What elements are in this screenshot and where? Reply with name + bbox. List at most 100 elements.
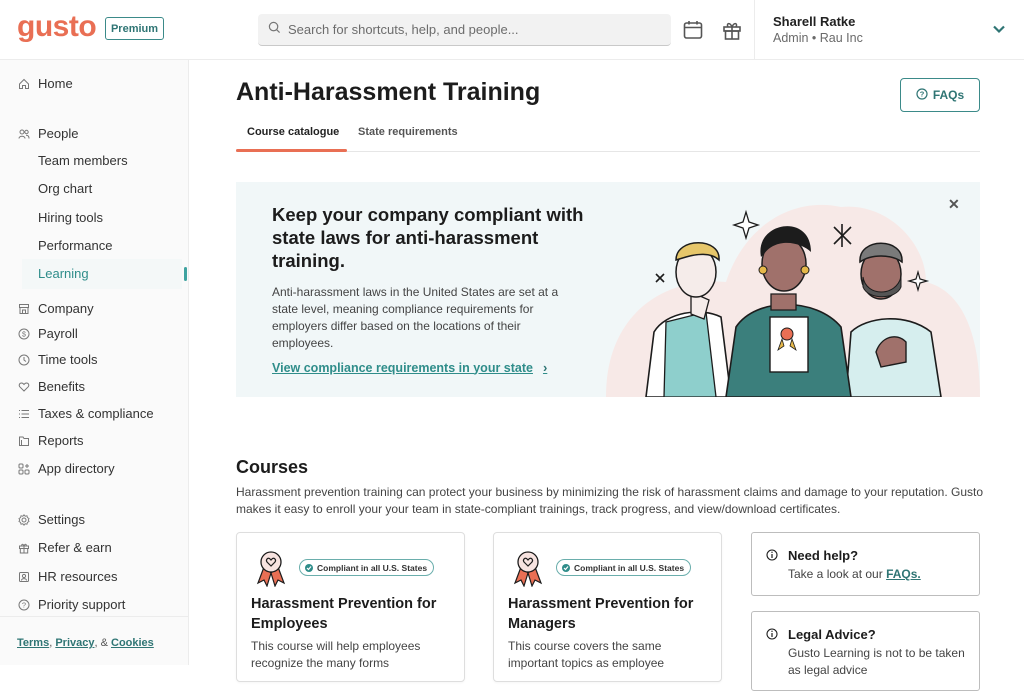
faqs-link[interactable]: FAQs. — [886, 567, 921, 581]
sidebar-item-app-directory[interactable]: App directory — [18, 461, 115, 476]
svg-text:$: $ — [22, 331, 26, 338]
sidebar-item-label: Benefits — [38, 379, 85, 394]
course-title[interactable]: Harassment Prevention for Managers — [508, 594, 713, 634]
list-icon — [18, 408, 30, 420]
sidebar-item-label: Settings — [38, 512, 85, 527]
sidebar-item-priority-support[interactable]: ? Priority support — [18, 597, 125, 612]
home-icon — [18, 78, 30, 90]
sidebar-item-hr-resources[interactable]: HR resources — [18, 569, 117, 584]
legal-advice-card: Legal Advice? Gusto Learning is not to b… — [751, 611, 980, 691]
separator: , & — [94, 637, 108, 649]
sidebar-item-payroll[interactable]: $ Payroll — [18, 326, 78, 341]
help-title: Need help? — [788, 548, 859, 563]
tab-bar: Course catalogue State requirements — [236, 122, 980, 152]
premium-badge[interactable]: Premium — [105, 17, 164, 40]
course-description: This course covers the same important to… — [508, 639, 665, 670]
sidebar-item-taxes-compliance[interactable]: Taxes & compliance — [18, 406, 154, 421]
store-icon — [18, 303, 30, 315]
course-title[interactable]: Harassment Prevention for Employees — [251, 594, 456, 634]
sidebar-item-label: Payroll — [38, 326, 78, 341]
courses-heading: Courses — [236, 457, 309, 477]
svg-text:?: ? — [920, 89, 925, 98]
search-bar[interactable] — [258, 14, 671, 46]
sidebar-item-time-tools[interactable]: Time tools — [18, 352, 97, 367]
top-bar: gusto Premium Sharell Ratke Admin • Rau … — [0, 0, 1024, 60]
info-icon — [766, 628, 778, 640]
chevron-down-icon[interactable] — [992, 22, 1006, 41]
award-ribbon-icon — [256, 551, 286, 587]
sidebar-item-refer-earn[interactable]: Refer & earn — [18, 540, 112, 555]
chevron-right-icon: › — [542, 360, 548, 375]
banner-title: Keep your company compliant with state l… — [272, 204, 584, 271]
sidebar-divider — [0, 616, 189, 617]
sidebar-item-benefits[interactable]: Benefits — [18, 379, 85, 394]
page-title: Anti-Harassment Training — [236, 78, 541, 106]
gift-icon — [18, 542, 30, 554]
sidebar-item-team-members[interactable]: Team members — [38, 153, 128, 168]
sidebar-item-label: Priority support — [38, 597, 126, 612]
sidebar-item-company[interactable]: Company — [18, 301, 94, 316]
sidebar-item-label: Reports — [38, 433, 84, 448]
help-body: Gusto Learning is not to be taken as leg… — [788, 646, 965, 677]
close-icon[interactable]: ✕ — [948, 196, 960, 213]
faqs-label: FAQs — [932, 88, 965, 102]
main-content: Anti-Harassment Training ? FAQs Course c… — [190, 60, 1024, 691]
course-card-employees[interactable]: Compliant in all U.S. States Harassment … — [236, 532, 465, 682]
sidebar-item-settings[interactable]: Settings — [18, 512, 85, 527]
folder-icon — [18, 435, 30, 447]
privacy-link[interactable]: Privacy — [55, 637, 94, 649]
sidebar-item-org-chart[interactable]: Org chart — [38, 181, 92, 196]
sidebar-item-people[interactable]: People — [18, 126, 78, 141]
gear-icon — [18, 513, 30, 526]
compliance-banner: Keep your company compliant with state l… — [236, 182, 980, 397]
apps-icon — [18, 463, 30, 475]
id-badge-icon — [18, 571, 30, 583]
sidebar-item-reports[interactable]: Reports — [18, 433, 84, 448]
link-label: View compliance requirements in your sta… — [272, 360, 533, 375]
svg-text:?: ? — [22, 600, 26, 609]
question-circle-icon: ? — [18, 599, 30, 611]
badge-label: Compliant in all U.S. States — [317, 562, 428, 573]
terms-link[interactable]: Terms — [17, 637, 49, 649]
check-circle-icon — [305, 563, 313, 572]
legal-links: Terms, Privacy, & Cookies — [17, 637, 154, 649]
search-icon — [268, 21, 281, 39]
sidebar-item-home[interactable]: Home — [18, 76, 73, 91]
team-illustration — [606, 204, 980, 397]
user-role: Admin • Rau Inc — [773, 31, 863, 45]
active-tab-underline — [236, 149, 347, 152]
search-input[interactable] — [288, 22, 648, 37]
help-text: Take a look at our — [788, 567, 887, 581]
sidebar-item-label: Refer & earn — [38, 540, 112, 555]
active-indicator — [184, 267, 187, 281]
banner-body: Anti-harassment laws in the United State… — [272, 285, 559, 350]
course-description: This course will help employees recogniz… — [251, 639, 421, 670]
need-help-card: Need help? Take a look at our FAQs. — [751, 532, 980, 596]
faqs-button[interactable]: ? FAQs — [900, 78, 980, 112]
award-ribbon-icon — [513, 551, 543, 587]
cookies-link[interactable]: Cookies — [111, 637, 154, 649]
course-card-managers[interactable]: Compliant in all U.S. States Harassment … — [493, 532, 722, 682]
info-icon — [766, 549, 778, 561]
sidebar-item-hiring-tools[interactable]: Hiring tools — [38, 210, 103, 225]
tab-course-catalogue[interactable]: Course catalogue — [247, 126, 339, 138]
badge-label: Compliant in all U.S. States — [574, 562, 685, 573]
heart-icon — [18, 381, 30, 393]
gift-icon[interactable] — [721, 19, 743, 41]
people-icon — [18, 128, 30, 140]
user-menu[interactable]: Sharell Ratke Admin • Rau Inc — [754, 0, 1024, 60]
gusto-logo[interactable]: gusto — [17, 10, 97, 44]
sidebar: Home People Team members Org chart Hirin… — [0, 60, 189, 665]
user-name: Sharell Ratke — [773, 14, 856, 29]
sidebar-item-label: Home — [38, 76, 73, 91]
compliance-badge: Compliant in all U.S. States — [299, 559, 435, 576]
sidebar-item-label: Company — [38, 301, 94, 316]
sidebar-item-performance[interactable]: Performance — [38, 238, 112, 253]
calendar-icon[interactable] — [682, 19, 704, 41]
sidebar-item-label: HR resources — [38, 569, 118, 584]
sidebar-item-label: Taxes & compliance — [38, 406, 154, 421]
view-compliance-link[interactable]: View compliance requirements in your sta… — [272, 360, 547, 375]
compliance-badge: Compliant in all U.S. States — [556, 559, 692, 576]
sidebar-item-learning[interactable]: Learning — [38, 266, 89, 281]
tab-state-requirements[interactable]: State requirements — [358, 126, 458, 138]
